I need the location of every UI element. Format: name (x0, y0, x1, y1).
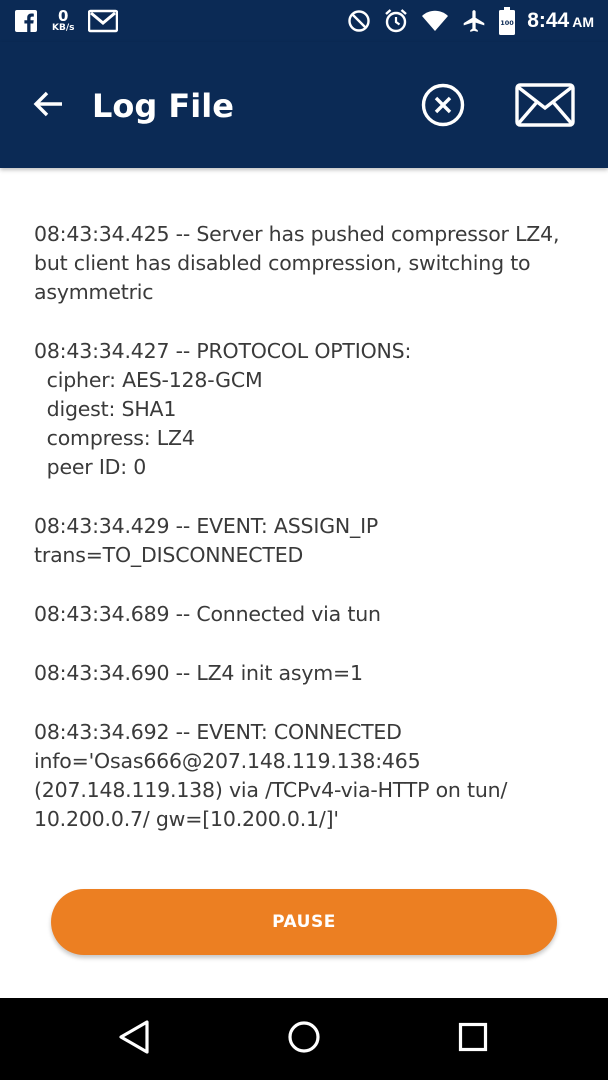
battery-icon: 100 (499, 7, 516, 35)
app-bar: Log File (0, 42, 608, 168)
do-not-disturb-icon (347, 9, 371, 33)
airplane-mode-icon (461, 8, 487, 34)
log-entry: 08:43:34.692 -- EVENT: CONNECTED info='O… (34, 720, 514, 831)
nav-recents-button[interactable] (449, 1016, 497, 1062)
close-circle-icon (420, 82, 466, 132)
data-rate-indicator: 0 KB/s (52, 9, 74, 33)
battery-level: 100 (500, 19, 514, 27)
back-arrow-icon (32, 88, 64, 124)
pause-button[interactable]: PAUSE (51, 889, 557, 955)
alarm-icon (383, 8, 409, 34)
log-entry: 08:43:34.689 -- Connected via tun (34, 602, 381, 626)
log-entry: 08:43:34.690 -- LZ4 init asym=1 (34, 661, 363, 685)
clock-ampm: AM (572, 14, 594, 30)
home-circle-icon (286, 1019, 322, 1059)
back-button[interactable] (22, 80, 74, 132)
data-rate-unit: KB/s (52, 23, 75, 33)
gmail-icon (88, 9, 119, 33)
data-rate-value: 0 (58, 7, 69, 25)
navigation-bar (0, 998, 608, 1080)
recents-square-icon (457, 1021, 489, 1057)
status-bar-notifications: 0 KB/s (14, 0, 119, 42)
mail-icon (515, 83, 575, 131)
status-bar: 0 KB/s 100 8:44 AM (0, 0, 608, 42)
log-entry: 08:43:34.427 -- PROTOCOL OPTIONS: cipher… (34, 339, 412, 479)
clock-time: 8:44 (527, 9, 570, 32)
clock: 8:44 AM (527, 9, 594, 33)
nav-home-button[interactable] (280, 1016, 328, 1062)
page-title: Log File (92, 87, 234, 125)
facebook-icon (14, 9, 38, 33)
email-log-button[interactable] (514, 82, 576, 132)
wifi-icon (421, 9, 449, 33)
back-triangle-icon (117, 1019, 151, 1059)
status-bar-system: 100 8:44 AM (347, 0, 594, 42)
nav-back-button[interactable] (110, 1016, 158, 1062)
log-entry: 08:43:34.425 -- Server has pushed compre… (34, 222, 566, 304)
close-button[interactable] (418, 82, 468, 132)
log-content[interactable]: 08:43:34.425 -- Server has pushed compre… (34, 220, 574, 864)
log-entry: 08:43:34.429 -- EVENT: ASSIGN_IP trans=T… (34, 514, 385, 567)
